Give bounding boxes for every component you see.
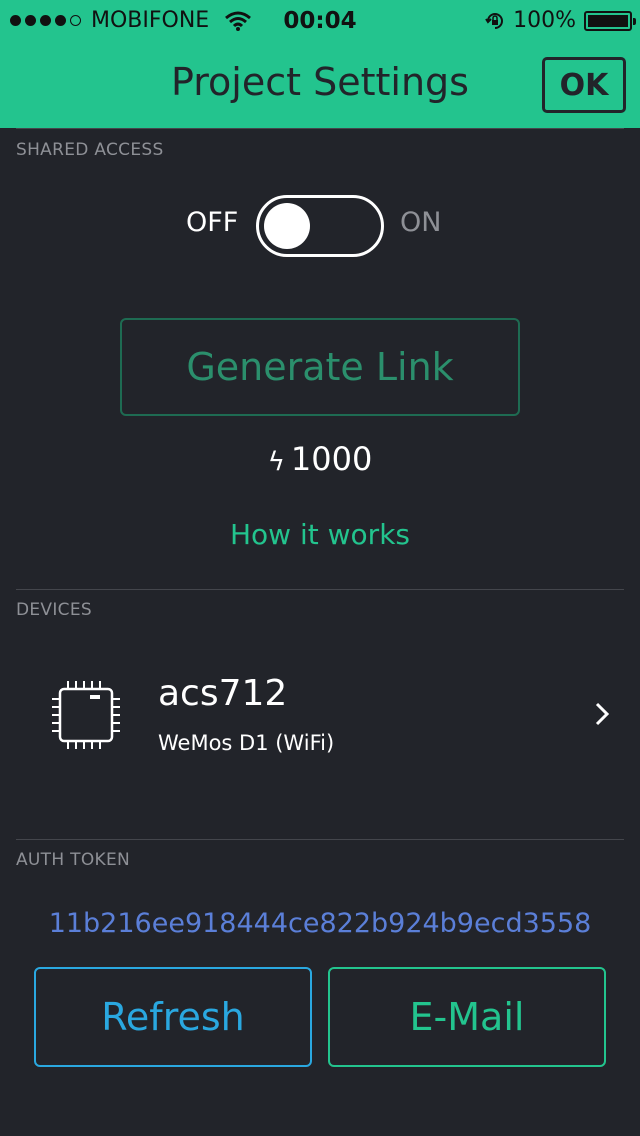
toggle-on-label: ON <box>400 207 442 238</box>
section-header-shared-access: SHARED ACCESS <box>16 140 164 160</box>
how-it-works-link[interactable]: How it works <box>0 518 640 551</box>
section-header-auth-token: AUTH TOKEN <box>16 850 131 870</box>
battery-percent: 100% <box>513 8 576 33</box>
nav-bar: Project Settings OK <box>0 40 640 128</box>
status-right: 100% <box>485 8 636 33</box>
toggle-knob[interactable] <box>264 203 310 249</box>
energy-balance: ϟ 1000 <box>0 440 640 478</box>
generate-link-button[interactable]: Generate Link <box>120 318 520 416</box>
divider <box>16 128 624 129</box>
divider <box>16 589 624 590</box>
device-type: WeMos D1 (WiFi) <box>158 731 335 755</box>
status-bar: MOBIFONE 00:04 100% <box>0 0 640 40</box>
refresh-button[interactable]: Refresh <box>34 967 312 1067</box>
device-list-item[interactable]: acs712 WeMos D1 (WiFi) <box>0 655 640 775</box>
divider <box>16 839 624 840</box>
rotation-lock-icon <box>485 12 504 29</box>
bolt-icon: ϟ <box>267 447 285 477</box>
chip-icon <box>52 681 120 749</box>
auth-token-value[interactable]: 11b216ee918444ce822b924b9ecd3558 <box>0 908 640 939</box>
ok-button[interactable]: OK <box>542 57 626 113</box>
section-header-devices: DEVICES <box>16 600 92 620</box>
toggle-off-label: OFF <box>186 207 239 238</box>
chevron-right-icon <box>595 702 610 726</box>
shared-access-toggle-row: OFF ON <box>0 195 640 257</box>
shared-access-toggle[interactable] <box>256 195 384 257</box>
energy-value: 1000 <box>290 440 373 478</box>
device-name: acs712 <box>158 673 288 714</box>
battery-icon <box>584 10 636 31</box>
email-button[interactable]: E-Mail <box>328 967 606 1067</box>
